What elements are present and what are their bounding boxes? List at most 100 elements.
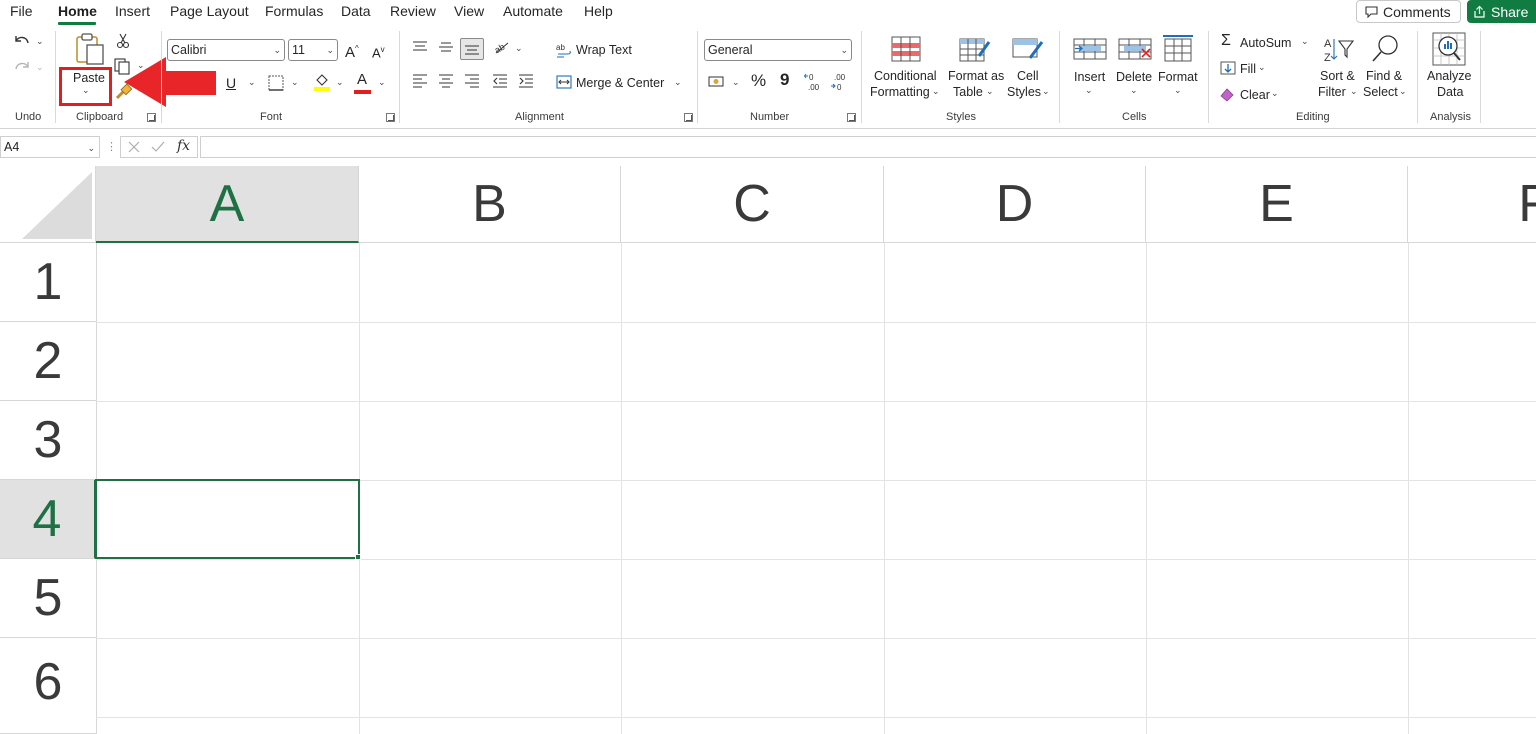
insert-dropdown-icon[interactable]: ⌄ bbox=[1085, 85, 1093, 96]
paste-label[interactable]: Paste bbox=[73, 70, 105, 86]
merge-center-icon[interactable] bbox=[556, 75, 572, 89]
column-header-b[interactable]: B bbox=[359, 166, 621, 243]
align-center-icon[interactable] bbox=[438, 74, 454, 88]
percent-style-button[interactable]: % bbox=[751, 72, 766, 89]
format-cells-icon[interactable] bbox=[1162, 35, 1194, 63]
format-as-table-line2[interactable]: Table bbox=[953, 84, 983, 100]
find-select-dropdown-icon[interactable]: ⌄ bbox=[1399, 86, 1407, 97]
wrap-text-icon[interactable]: ab bbox=[556, 42, 572, 58]
row-header-3[interactable]: 3 bbox=[0, 401, 96, 480]
cell-styles-icon[interactable] bbox=[1012, 36, 1044, 64]
row-header-5[interactable]: 5 bbox=[0, 559, 96, 638]
paste-clipboard-icon[interactable] bbox=[74, 32, 106, 66]
align-right-icon[interactable] bbox=[464, 74, 480, 88]
merge-center-dropdown-icon[interactable]: ⌄ bbox=[674, 77, 682, 88]
analyze-data-icon[interactable] bbox=[1432, 32, 1466, 66]
cell-styles-line1[interactable]: Cell bbox=[1017, 68, 1039, 84]
fill-color-dropdown-icon[interactable]: ⌄ bbox=[336, 77, 344, 88]
analyze-data-line2[interactable]: Data bbox=[1437, 84, 1463, 100]
conditional-formatting-line1[interactable]: Conditional bbox=[874, 68, 937, 84]
name-box[interactable]: A4 ⌄ bbox=[0, 136, 100, 158]
sort-filter-line2[interactable]: Filter bbox=[1318, 84, 1346, 100]
middle-align-icon[interactable] bbox=[438, 41, 454, 53]
selected-cell-a4[interactable] bbox=[95, 479, 360, 559]
underline-button[interactable]: U bbox=[226, 75, 236, 91]
top-align-icon[interactable] bbox=[412, 41, 428, 53]
menu-formulas[interactable]: Formulas bbox=[265, 3, 323, 19]
increase-decimal-icon[interactable]: 0 .00 bbox=[804, 72, 824, 92]
underline-dropdown-icon[interactable]: ⌄ bbox=[248, 77, 256, 88]
accounting-format-icon[interactable] bbox=[708, 75, 726, 89]
align-left-icon[interactable] bbox=[412, 74, 428, 88]
autosum-dropdown-icon[interactable]: ⌄ bbox=[1301, 36, 1309, 47]
row-header-4[interactable]: 4 bbox=[0, 480, 96, 559]
row-header-2[interactable]: 2 bbox=[0, 322, 96, 401]
format-as-table-line1[interactable]: Format as bbox=[948, 68, 1004, 84]
menu-automate[interactable]: Automate bbox=[503, 3, 563, 19]
formula-bar-splitter-icon[interactable]: ⋮ bbox=[106, 140, 117, 153]
fill-color-icon[interactable] bbox=[313, 72, 331, 92]
font-name-select[interactable]: Calibri ⌄ bbox=[167, 39, 285, 61]
font-color-dropdown-icon[interactable]: ⌄ bbox=[378, 77, 386, 88]
delete-cells-icon[interactable] bbox=[1118, 37, 1152, 61]
find-select-line1[interactable]: Find & bbox=[1366, 68, 1402, 84]
fill-dropdown-icon[interactable]: ⌄ bbox=[1258, 62, 1266, 73]
conditional-formatting-icon[interactable] bbox=[891, 36, 921, 62]
bottom-align-button[interactable] bbox=[460, 38, 484, 60]
clear-button[interactable]: Clear bbox=[1240, 87, 1270, 103]
decrease-indent-icon[interactable] bbox=[492, 74, 508, 88]
merge-center-button[interactable]: Merge & Center bbox=[576, 75, 664, 91]
orientation-icon[interactable]: ab bbox=[492, 39, 512, 55]
insert-function-button[interactable]: fx bbox=[177, 138, 190, 154]
accounting-dropdown-icon[interactable]: ⌄ bbox=[732, 77, 740, 88]
find-select-line2[interactable]: Select bbox=[1363, 84, 1398, 100]
delete-cells-button[interactable]: Delete bbox=[1116, 69, 1152, 85]
format-dropdown-icon[interactable]: ⌄ bbox=[1174, 85, 1182, 96]
analyze-data-line1[interactable]: Analyze bbox=[1427, 68, 1471, 84]
alignment-launcher-icon[interactable] bbox=[684, 113, 693, 122]
menu-view[interactable]: View bbox=[454, 3, 484, 19]
autosum-icon[interactable]: Σ bbox=[1221, 33, 1231, 49]
format-as-table-icon[interactable] bbox=[959, 36, 991, 64]
paste-dropdown-icon[interactable]: ⌄ bbox=[82, 85, 90, 96]
column-header-e[interactable]: E bbox=[1146, 166, 1408, 243]
find-select-magnifier-icon[interactable] bbox=[1370, 33, 1402, 65]
comma-style-button[interactable]: 9 bbox=[780, 71, 789, 88]
delete-dropdown-icon[interactable]: ⌄ bbox=[1130, 85, 1138, 96]
fill-button[interactable]: Fill bbox=[1240, 61, 1256, 77]
cancel-entry-icon[interactable] bbox=[128, 141, 140, 153]
comments-button[interactable]: Comments bbox=[1356, 0, 1461, 23]
formula-input[interactable] bbox=[200, 136, 1536, 158]
row-header-6[interactable]: 6 bbox=[0, 638, 96, 734]
sort-filter-icon[interactable]: A Z bbox=[1323, 35, 1355, 63]
number-launcher-icon[interactable] bbox=[847, 113, 856, 122]
menu-review[interactable]: Review bbox=[390, 3, 436, 19]
increase-indent-icon[interactable] bbox=[518, 74, 534, 88]
undo-dropdown-icon[interactable]: ⌄ bbox=[36, 36, 44, 47]
select-all-corner[interactable] bbox=[0, 166, 96, 243]
menu-file[interactable]: File bbox=[10, 3, 33, 19]
sort-filter-line1[interactable]: Sort & bbox=[1320, 68, 1355, 84]
format-as-table-dropdown-icon[interactable]: ⌄ bbox=[986, 86, 994, 97]
menu-home[interactable]: Home bbox=[58, 3, 97, 19]
menu-page-layout[interactable]: Page Layout bbox=[170, 3, 249, 19]
insert-cells-button[interactable]: Insert bbox=[1074, 69, 1105, 85]
insert-cells-icon[interactable] bbox=[1073, 37, 1107, 61]
column-header-d[interactable]: D bbox=[884, 166, 1146, 243]
borders-icon[interactable] bbox=[268, 75, 284, 91]
cell-styles-line2[interactable]: Styles bbox=[1007, 84, 1041, 100]
column-header-f[interactable]: F bbox=[1408, 166, 1536, 243]
column-header-c[interactable]: C bbox=[621, 166, 884, 243]
menu-insert[interactable]: Insert bbox=[115, 3, 150, 19]
fill-handle[interactable] bbox=[355, 554, 361, 560]
clipboard-launcher-icon[interactable] bbox=[147, 113, 156, 122]
autosum-button[interactable]: AutoSum bbox=[1240, 35, 1291, 51]
fill-icon[interactable] bbox=[1220, 61, 1236, 75]
undo-icon[interactable] bbox=[12, 33, 32, 49]
menu-data[interactable]: Data bbox=[341, 3, 371, 19]
wrap-text-button[interactable]: Wrap Text bbox=[576, 42, 632, 58]
confirm-entry-icon[interactable] bbox=[151, 141, 165, 153]
font-launcher-icon[interactable] bbox=[386, 113, 395, 122]
orientation-dropdown-icon[interactable]: ⌄ bbox=[515, 43, 523, 54]
cut-icon[interactable] bbox=[116, 33, 130, 49]
